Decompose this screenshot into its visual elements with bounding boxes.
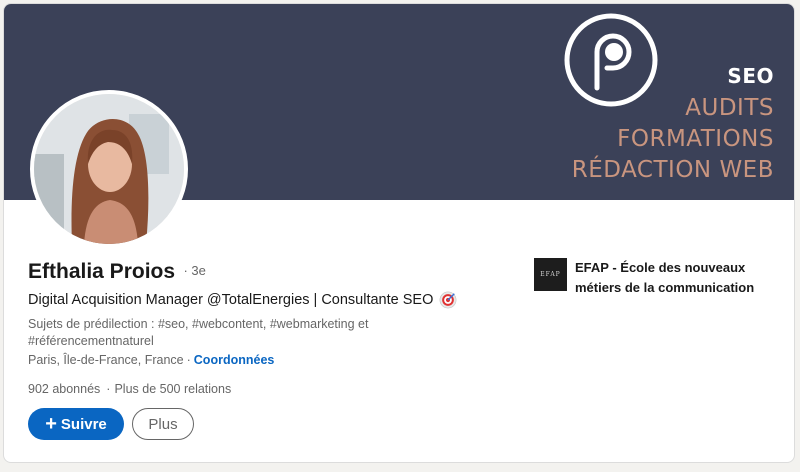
- more-button[interactable]: Plus: [132, 408, 194, 440]
- connection-degree: · 3e: [183, 263, 206, 278]
- stats-row: 902 abonnés · Plus de 500 relations: [28, 382, 231, 396]
- profile-avatar[interactable]: [30, 90, 188, 248]
- profile-headline: Digital Acquisition Manager @TotalEnergi…: [28, 292, 434, 308]
- follow-label: Suivre: [60, 415, 107, 433]
- company-logo-text: EFAP: [540, 271, 561, 278]
- profile-name: Efthalia Proios: [28, 260, 176, 283]
- target-icon: [440, 291, 457, 309]
- company-logo: EFAP: [534, 258, 567, 291]
- profile-location: Paris, Île-de-France, France: [28, 353, 184, 367]
- plus-icon: +: [45, 413, 57, 435]
- profile-headline-row: Digital Acquisition Manager @TotalEnergi…: [28, 291, 457, 309]
- current-company[interactable]: EFAP EFAP - École des nouveaux métiers d…: [534, 258, 775, 298]
- p-circle-logo-icon: [564, 13, 658, 107]
- follow-button[interactable]: + Suivre: [28, 408, 124, 440]
- followers-count[interactable]: 902 abonnés: [28, 382, 100, 396]
- stats-separator: ·: [106, 382, 111, 396]
- banner-seo-text: SEO: [727, 64, 774, 88]
- banner-formations-text: FORMATIONS: [617, 126, 774, 152]
- location-separator: ·: [186, 353, 191, 367]
- connections-count[interactable]: Plus de 500 relations: [114, 382, 231, 396]
- banner-audits-text: AUDITS: [685, 95, 774, 121]
- contact-info-link[interactable]: Coordonnées: [194, 353, 275, 367]
- company-name: EFAP - École des nouveaux métiers de la …: [575, 260, 755, 295]
- profile-card: SEO AUDITS FORMATIONS RÉDACTION WEB Efth…: [3, 3, 795, 463]
- banner-redaction-text: RÉDACTION WEB: [571, 157, 774, 183]
- profile-topics: Sujets de prédilection : #seo, #webconte…: [28, 317, 369, 348]
- location-row: Paris, Île-de-France, France · Coordonnées: [28, 353, 274, 367]
- avatar-photo: [34, 94, 184, 244]
- name-row: Efthalia Proios · 3e: [28, 260, 206, 284]
